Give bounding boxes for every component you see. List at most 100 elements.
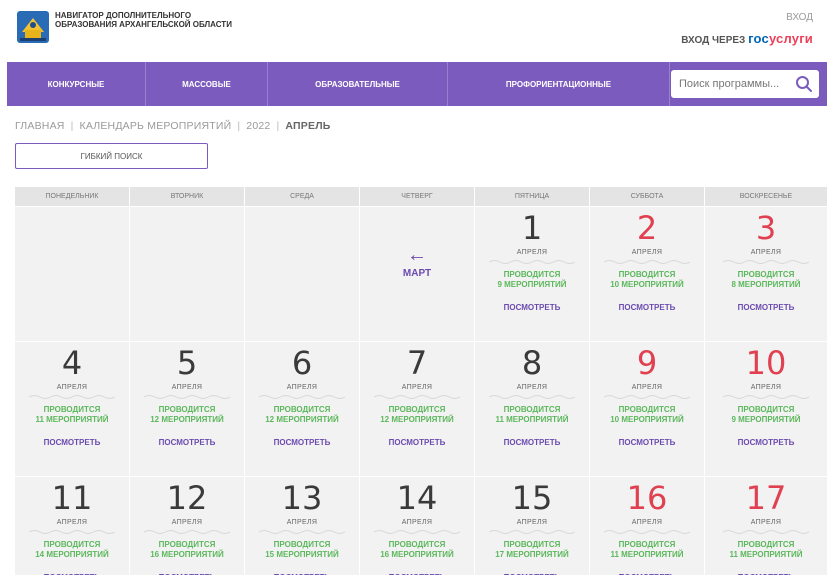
view-events-link[interactable]: ПОСМОТРЕТЬ [475,438,589,447]
month-label: АПРЕЛЯ [750,249,782,256]
flexible-search-button[interactable]: ГИБКИЙ ПОИСК [15,143,208,169]
month-label: АПРЕЛЯ [171,519,203,526]
login-gosuslugi-link[interactable]: ВХОД ЧЕРЕЗ госуслуги [681,31,813,46]
wave-divider [489,260,575,264]
weekday-wednesday: СРЕДА [245,187,359,206]
events-count: ПРОВОДИТСЯ 8 МЕРОПРИЯТИЙ [731,270,801,289]
calendar-day-cell[interactable]: 14АПРЕЛЯПРОВОДИТСЯ16 МЕРОПРИЯТИЙПОСМОТРЕ… [360,477,474,575]
wave-divider [604,395,690,399]
calendar-day-cell[interactable]: 5 АПРЕЛЯ ПРОВОДИТСЯ 12 МЕРОПРИЯТИЙ ПОСМОТРЕТ… [130,342,244,476]
breadcrumb-year[interactable]: 2022 [246,120,270,132]
view-events-link[interactable]: ПОСМОТРЕТЬ [590,303,704,312]
events-count: ПРОВОДИТСЯ 11 МЕРОПРИЯТИЙ [35,405,109,424]
search-icon[interactable] [795,75,813,93]
day-number: 4 [61,344,83,382]
month-label: АПРЕЛЯ [516,519,548,526]
breadcrumb-separator: | [276,120,280,132]
view-events-link[interactable]: ПОСМОТРЕТЬ [245,438,359,447]
view-events-link[interactable]: ПОСМОТРЕТЬ [590,438,704,447]
calendar-day-cell[interactable]: 2 АПРЕЛЯ ПРОВОДИТСЯ 10 МЕРОПРИЯТИЙ ПОСМОТРЕТ… [590,207,704,341]
wave-divider [29,530,115,534]
calendar-day-cell[interactable]: 15АПРЕЛЯПРОВОДИТСЯ17 МЕРОПРИЯТИЙПОСМОТРЕ… [475,477,589,575]
calendar-day-cell[interactable]: 1 АПРЕЛЯ ПРОВОДИТСЯ 9 МЕРОПРИЯТИЙ ПОСМОТРЕТЬ [475,207,589,341]
calendar-day-cell[interactable]: 6 АПРЕЛЯ ПРОВОДИТСЯ 12 МЕРОПРИЯТИЙ ПОСМОТРЕТ… [245,342,359,476]
calendar-day-cell[interactable]: 16АПРЕЛЯПРОВОДИТСЯ11 МЕРОПРИЯТИЙПОСМОТРЕ… [590,477,704,575]
main-nav: КОНКУРСНЫЕ МАССОВЫЕ ОБРАЗОВАТЕЛЬНЫЕ ПРОФ… [7,62,827,106]
events-count: ПРОВОДИТСЯ 15 МЕРОПРИЯТИЙ [265,540,339,559]
wave-divider [374,395,460,399]
calendar-day-cell[interactable]: 17АПРЕЛЯПРОВОДИТСЯ11 МЕРОПРИЯТИЙПОСМОТРЕ… [705,477,827,575]
login-link[interactable]: ВХОД [786,12,813,23]
calendar-week-row: ← МАРТ 1 АПРЕЛЯ ПРОВОДИТСЯ 9 МЕРОПРИЯТИЙ ПОС… [15,207,827,341]
month-label: АПРЕЛЯ [401,519,433,526]
view-events-link[interactable]: ПОСМОТРЕТЬ [475,303,589,312]
breadcrumb-home[interactable]: ГЛАВНАЯ [15,120,65,132]
month-label: АПРЕЛЯ [750,519,782,526]
wave-divider [374,530,460,534]
wave-divider [29,395,115,399]
month-label: АПРЕЛЯ [286,519,318,526]
weekday-sunday: ВОСКРЕСЕНЬЕ [705,187,827,206]
events-count: ПРОВОДИТСЯ 16 МЕРОПРИЯТИЙ [380,540,454,559]
events-count: ПРОВОДИТСЯ 9 МЕРОПРИЯТИЙ [731,405,801,424]
nav-item-konkursnye[interactable]: КОНКУРСНЫЕ [7,62,146,106]
events-count: ПРОВОДИТСЯ 11 МЕРОПРИЯТИЙ [729,540,803,559]
region-emblem-logo[interactable] [16,10,50,44]
breadcrumb-events-calendar[interactable]: КАЛЕНДАРЬ МЕРОПРИЯТИЙ [80,120,232,132]
day-number: 1 [521,209,543,247]
events-count: ПРОВОДИТСЯ 17 МЕРОПРИЯТИЙ [495,540,569,559]
wave-divider [259,530,345,534]
month-label: АПРЕЛЯ [56,519,88,526]
day-number: 12 [166,479,208,517]
month-label: АПРЕЛЯ [631,249,663,256]
weekday-thursday: ЧЕТВЕРГ [360,187,474,206]
calendar-empty-cell [130,207,244,341]
program-search [671,70,819,98]
month-label: АПРЕЛЯ [286,384,318,391]
calendar-day-cell[interactable]: 8 АПРЕЛЯ ПРОВОДИТСЯ 11 МЕРОПРИЯТИЙ ПОСМОТРЕТ… [475,342,589,476]
view-events-link[interactable]: ПОСМОТРЕТЬ [360,438,474,447]
wave-divider [144,530,230,534]
calendar-day-cell[interactable]: 3 АПРЕЛЯ ПРОВОДИТСЯ 8 МЕРОПРИЯТИЙ ПОСМОТРЕТЬ [705,207,827,341]
month-label: АПРЕЛЯ [631,384,663,391]
calendar-day-cell[interactable]: 4 АПРЕЛЯ ПРОВОДИТСЯ 11 МЕРОПРИЯТИЙ ПОСМОТРЕТ… [15,342,129,476]
nav-item-proforientatsionnye[interactable]: ПРОФОРИЕНТАЦИОННЫЕ [448,62,670,106]
nav-item-massovye[interactable]: МАССОВЫЕ [146,62,268,106]
search-input[interactable] [679,78,789,90]
site-header: НАВИГАТОР ДОПОЛНИТЕЛЬНОГО ОБРАЗОВАНИЯ АР… [0,0,827,58]
calendar-day-cell[interactable]: 12АПРЕЛЯПРОВОДИТСЯ16 МЕРОПРИЯТИЙПОСМОТРЕ… [130,477,244,575]
calendar-day-cell[interactable]: 9 АПРЕЛЯ ПРОВОДИТСЯ 10 МЕРОПРИЯТИЙ ПОСМОТРЕТ… [590,342,704,476]
view-events-link[interactable]: ПОСМОТРЕТЬ [705,303,827,312]
month-label: АПРЕЛЯ [631,519,663,526]
wave-divider [723,395,809,399]
weekday-friday: ПЯТНИЦА [475,187,589,206]
events-count: ПРОВОДИТСЯ 12 МЕРОПРИЯТИЙ [150,405,224,424]
calendar-day-cell[interactable]: 11АПРЕЛЯПРОВОДИТСЯ14 МЕРОПРИЯТИЙПОСМОТРЕ… [15,477,129,575]
calendar-day-cell[interactable]: 13АПРЕЛЯПРОВОДИТСЯ15 МЕРОПРИЯТИЙПОСМОТРЕ… [245,477,359,575]
view-events-link[interactable]: ПОСМОТРЕТЬ [705,438,827,447]
view-events-link[interactable]: ПОСМОТРЕТЬ [15,438,129,447]
events-count: ПРОВОДИТСЯ 11 МЕРОПРИЯТИЙ [495,405,569,424]
day-number: 3 [755,209,777,247]
day-number: 7 [406,344,428,382]
weekday-monday: ПОНЕДЕЛЬНИК [15,187,129,206]
view-events-link[interactable]: ПОСМОТРЕТЬ [130,438,244,447]
day-number: 17 [745,479,787,517]
day-number: 16 [626,479,668,517]
nav-item-obrazovatelnye[interactable]: ОБРАЗОВАТЕЛЬНЫЕ [268,62,448,106]
events-count: ПРОВОДИТСЯ 10 МЕРОПРИЯТИЙ [610,405,684,424]
wave-divider [723,260,809,264]
day-number: 14 [396,479,438,517]
wave-divider [259,395,345,399]
month-label: АПРЕЛЯ [750,384,782,391]
org-name[interactable]: НАВИГАТОР ДОПОЛНИТЕЛЬНОГО ОБРАЗОВАНИЯ АР… [55,11,235,29]
month-label: АПРЕЛЯ [516,249,548,256]
breadcrumb: ГЛАВНАЯ | КАЛЕНДАРЬ МЕРОПРИЯТИЙ | 2022 | АПРЕЛ… [15,120,331,132]
calendar-day-cell[interactable]: 10 АПРЕЛЯ ПРОВОДИТСЯ 9 МЕРОПРИЯТИЙ ПОСМОТРЕТ… [705,342,827,476]
weekday-saturday: СУББОТА [590,187,704,206]
prev-month-link[interactable]: ← МАРТ [360,245,474,279]
events-count: ПРОВОДИТСЯ 12 МЕРОПРИЯТИЙ [265,405,339,424]
calendar-day-cell[interactable]: 7 АПРЕЛЯ ПРОВОДИТСЯ 12 МЕРОПРИЯТИЙ ПОСМОТРЕТ… [360,342,474,476]
wave-divider [604,530,690,534]
day-number: 15 [511,479,553,517]
